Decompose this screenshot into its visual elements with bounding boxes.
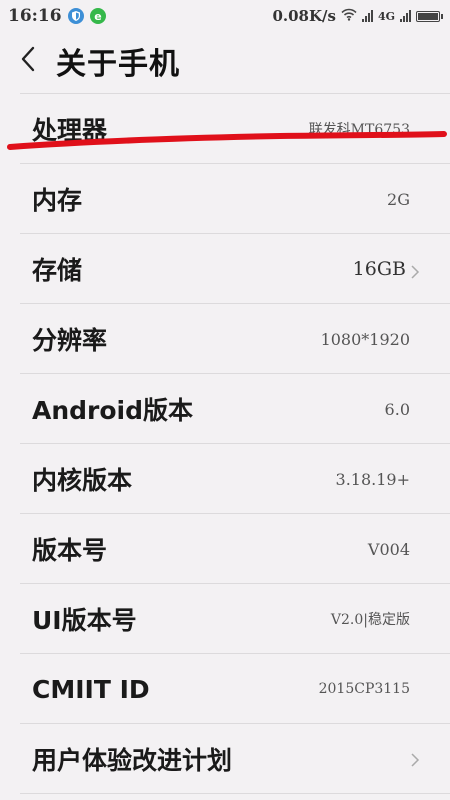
row-label: CMIIT ID [32,674,150,704]
row-value: 16GB [352,258,406,280]
page-title: 关于手机 [56,47,180,82]
row-ui-version: UI版本号 V2.0|稳定版 [0,584,450,654]
row-label: 分辨率 [32,326,108,355]
wifi-icon [341,7,357,25]
row-user-experience-program[interactable]: 用户体验改进计划 [0,724,450,794]
chevron-left-icon [20,46,36,76]
info-list: 处理器 联发科MT6753 内存 2G 存储 16GB 分辨率 1080*192… [0,94,450,794]
signal-icon-1 [361,10,373,22]
row-build-number: 版本号 V004 [0,514,450,584]
row-processor: 处理器 联发科MT6753 [0,94,450,164]
row-value: 2G [387,189,410,209]
row-label: 处理器 [32,116,108,145]
row-label: 用户体验改进计划 [32,746,233,775]
row-label: 版本号 [32,536,108,565]
browser-app-icon: e [89,8,106,24]
row-label: 内存 [32,186,83,215]
status-time: 16:16 [8,6,62,26]
row-label: UI版本号 [32,606,137,635]
row-label: Android版本 [32,396,194,425]
row-kernel-version: 内核版本 3.18.19+ [0,444,450,514]
about-phone-screen: 16:16 e 0.08K/s 4G 关于手机 处理器 联发科MT6753 内存… [0,0,450,800]
row-cmiit-id: CMIIT ID 2015CP3115 [0,654,450,724]
row-android-version: Android版本 6.0 [0,374,450,444]
row-resolution: 分辨率 1080*1920 [0,304,450,374]
status-bar: 16:16 e 0.08K/s 4G [0,0,450,32]
row-value: 联发科MT6753 [308,122,410,138]
network-type: 4G [377,9,395,23]
chevron-right-icon [410,262,420,279]
row-value: 1080*1920 [320,329,410,349]
row-memory: 内存 2G [0,164,450,234]
row-value: 6.0 [384,399,410,419]
signal-icon-2 [400,10,411,22]
battery-icon [416,10,443,22]
network-speed: 0.08K/s [272,7,336,25]
row-value: V2.0|稳定版 [330,612,410,628]
chevron-right-icon [410,752,420,767]
back-button[interactable] [0,32,56,90]
row-label: 内核版本 [32,466,133,495]
row-value: 2015CP3115 [318,681,410,697]
row-value-wrap: 16GB [353,258,420,280]
row-value-wrap [410,752,420,767]
status-bar-left: 16:16 e [8,6,106,26]
app-header: 关于手机 [0,32,450,90]
row-value: 3.18.19+ [335,469,410,489]
shield-app-icon [67,8,84,24]
status-bar-right: 0.08K/s 4G [272,7,443,25]
svg-text:e: e [94,10,101,23]
row-label: 存储 [32,256,83,285]
row-value: V004 [367,539,410,559]
row-storage[interactable]: 存储 16GB [0,234,450,304]
